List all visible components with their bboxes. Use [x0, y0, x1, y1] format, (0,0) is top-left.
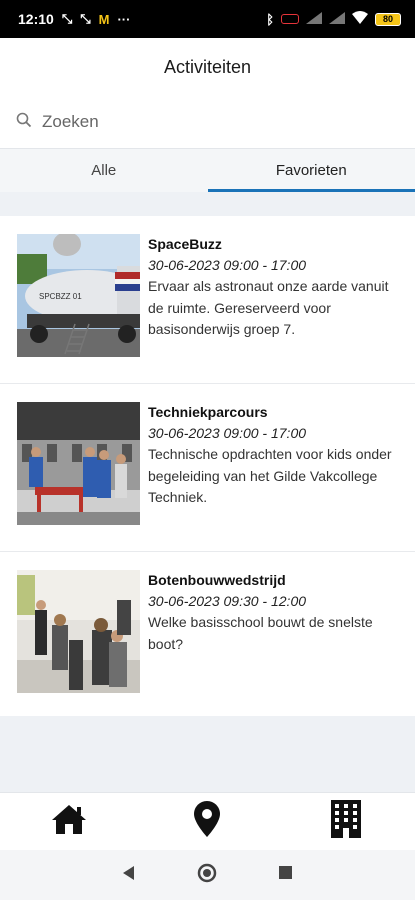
signal-icon — [306, 11, 322, 27]
search-bar — [0, 96, 415, 148]
activity-title: Botenbouwwedstrijd — [148, 572, 286, 588]
spacebuzz-vehicle-text: SPCBZZ 01 — [39, 292, 82, 301]
page-title: Activiteiten — [0, 38, 415, 96]
list-item[interactable]: SPCBZZ 01 SpaceBuzz 30-06-2023 09:00 - 1… — [0, 216, 415, 384]
more-notifications-icon: ··· — [117, 11, 131, 27]
bottom-navigation — [0, 792, 415, 850]
activity-description: Ervaar als astronaut onze aarde vanuit d… — [148, 278, 389, 337]
missed-call-icon: ⤡ — [80, 11, 91, 26]
status-bar: 12:10 ⤡ ⤡ M ··· ᛒ 80 — [0, 0, 415, 38]
activity-title: Techniekparcours — [148, 404, 268, 420]
mcdonalds-icon: M — [98, 11, 110, 27]
activity-description: Welke basisschool bouwt de snelste boot? — [148, 614, 373, 652]
nav-location-button[interactable] — [177, 797, 237, 847]
building-icon — [330, 800, 361, 843]
wifi-icon — [352, 11, 368, 27]
activity-date: 30-06-2023 09:00 - 17:00 — [148, 425, 307, 441]
battery-icon: 80 — [375, 12, 401, 26]
activity-title: SpaceBuzz — [148, 236, 222, 252]
back-icon[interactable] — [123, 865, 135, 885]
recording-icon — [281, 14, 299, 24]
activity-description: Technische opdrachten voor kids onder be… — [148, 446, 392, 505]
status-time: 12:10 — [18, 11, 54, 27]
tab-favorieten[interactable]: Favorieten — [207, 149, 415, 192]
list-item[interactable]: Botenbouwwedstrijd 30-06-2023 09:30 - 12… — [0, 552, 415, 716]
activity-list: SPCBZZ 01 SpaceBuzz 30-06-2023 09:00 - 1… — [0, 216, 415, 716]
home-circle-icon[interactable] — [197, 863, 217, 888]
bluetooth-icon: ᛒ — [266, 11, 274, 27]
battery-level: 80 — [382, 14, 393, 24]
system-navigation-bar — [0, 850, 415, 900]
nav-home-button[interactable] — [39, 797, 99, 847]
nav-buildings-button[interactable] — [316, 797, 376, 847]
tab-bar: Alle Favorieten — [0, 148, 415, 192]
techniekparcours-image — [17, 402, 140, 525]
botenbouwwedstrijd-image — [17, 570, 140, 693]
spacebuzz-image: SPCBZZ 01 — [17, 234, 140, 357]
recents-icon[interactable] — [279, 866, 292, 884]
activity-date: 30-06-2023 09:00 - 17:00 — [148, 257, 307, 273]
search-input[interactable] — [42, 112, 382, 132]
signal-icon — [329, 11, 345, 27]
location-pin-icon — [194, 801, 221, 842]
search-icon — [16, 112, 32, 133]
tab-alle[interactable]: Alle — [0, 149, 208, 192]
activity-date: 30-06-2023 09:30 - 12:00 — [148, 593, 307, 609]
home-icon — [51, 803, 87, 840]
missed-call-icon: ⤡ — [61, 11, 73, 26]
list-item[interactable]: Techniekparcours 30-06-2023 09:00 - 17:0… — [0, 384, 415, 552]
